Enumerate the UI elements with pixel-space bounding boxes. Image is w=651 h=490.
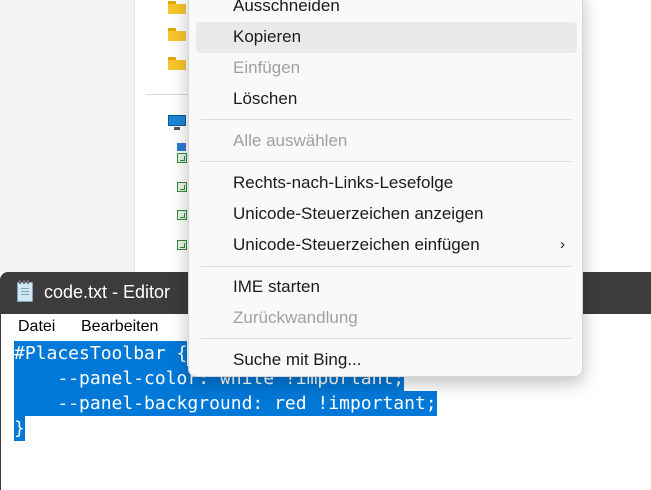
menu-item-label: Suche mit Bing... [233, 350, 362, 369]
shortcut-icon[interactable] [177, 153, 187, 163]
menu-separator [201, 119, 572, 120]
menu-separator [201, 338, 572, 339]
menu-separator [201, 161, 572, 162]
menu-separator [201, 266, 572, 267]
menu-item-label: Ausschneiden [233, 0, 340, 15]
menu-item-label: Kopieren [233, 27, 302, 46]
menu-item-label: Rechts-nach-Links-Lesefolge [233, 173, 454, 192]
window-title: code.txt - Editor [44, 282, 171, 302]
menu-item-suche-mit-bing[interactable]: Suche mit Bing... [196, 345, 577, 376]
menu-item-unicode-anzeigen[interactable]: Unicode-Steuerzeichen anzeigen [196, 199, 577, 230]
menu-item-label: IME starten [233, 277, 320, 296]
this-pc-icon[interactable] [168, 115, 186, 131]
menu-bearbeiten[interactable]: Bearbeiten [81, 318, 158, 336]
menu-item-loeschen[interactable]: Löschen [196, 84, 577, 115]
folder-icon[interactable] [168, 28, 186, 41]
folder-icon[interactable] [168, 1, 186, 14]
folder-icon[interactable] [168, 57, 186, 70]
menu-item-ime-starten[interactable]: IME starten [196, 272, 577, 303]
menu-datei[interactable]: Datei [18, 318, 55, 336]
shortcut-icon[interactable] [177, 210, 187, 220]
menu-item-label: Unicode-Steuerzeichen anzeigen [233, 204, 484, 223]
notepad-app-icon [17, 280, 33, 302]
menu-item-unicode-einfuegen[interactable]: Unicode-Steuerzeichen einfügen › [196, 230, 577, 261]
menu-item-kopieren[interactable]: Kopieren [196, 22, 577, 53]
code-line: } [14, 416, 25, 441]
menu-item-label: Unicode-Steuerzeichen einfügen [233, 235, 480, 254]
menu-item-label: Löschen [233, 89, 298, 108]
explorer-background-left [0, 0, 134, 272]
menu-item-einfuegen[interactable]: Einfügen [196, 53, 577, 84]
menu-item-rtl-lesefolge[interactable]: Rechts-nach-Links-Lesefolge [196, 168, 577, 199]
menu-item-alle-auswaehlen[interactable]: Alle auswählen [196, 126, 577, 157]
code-line: --panel-background: red !important; [14, 391, 437, 416]
drive-icon[interactable] [177, 143, 186, 151]
menu-item-label: Einfügen [233, 58, 301, 77]
menu-item-label: Zurückwandlung [233, 308, 358, 327]
menu-item-ausschneiden[interactable]: Ausschneiden [196, 0, 577, 22]
context-menu: Ausschneiden Kopieren Einfügen Löschen A… [188, 0, 583, 377]
shortcut-icon[interactable] [177, 240, 187, 250]
shortcut-icon[interactable] [177, 182, 187, 192]
menu-item-zurueckwandlung[interactable]: Zurückwandlung [196, 303, 577, 334]
menu-item-label: Alle auswählen [233, 131, 348, 150]
code-line: #PlacesToolbar { [14, 341, 188, 366]
chevron-right-icon: › [560, 236, 565, 253]
